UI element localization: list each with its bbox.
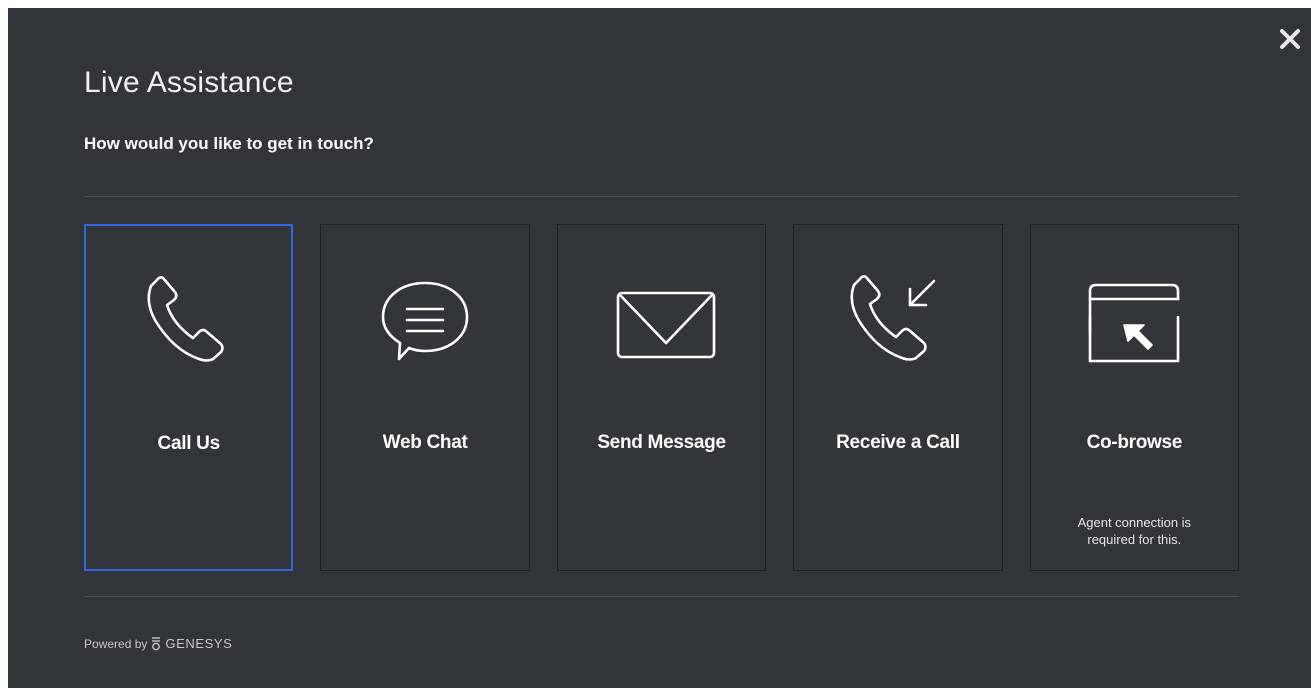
top-divider: [84, 196, 1239, 197]
option-note: Agent connection is required for this.: [1077, 515, 1192, 547]
live-assistance-dialog: Live Assistance How would you like to ge…: [8, 8, 1311, 688]
dialog-subtitle: How would you like to get in touch?: [84, 134, 374, 153]
option-receive-a-call[interactable]: Receive a Call: [793, 224, 1003, 571]
option-label: Receive a Call: [836, 432, 960, 453]
envelope-icon: [606, 263, 718, 375]
option-co-browse[interactable]: Co-browse Agent connection is required f…: [1029, 224, 1240, 571]
chat-bubble-icon: [369, 263, 481, 375]
phone-icon: [133, 264, 245, 376]
contact-options: Call Us Web Chat Send Message Receive a …: [84, 224, 1240, 571]
option-web-chat[interactable]: Web Chat: [320, 224, 530, 571]
genesys-brand[interactable]: GENESYS: [165, 636, 232, 651]
powered-by: Powered by GENESYS: [84, 636, 232, 651]
option-label: Co-browse: [1086, 432, 1183, 453]
incoming-call-icon: [842, 263, 954, 375]
genesys-logo-icon: [150, 636, 162, 651]
dialog-title: Live Assistance: [84, 66, 294, 99]
option-label: Send Message: [597, 432, 726, 453]
option-label: Call Us: [157, 433, 221, 454]
close-icon[interactable]: [1275, 24, 1305, 54]
co-browse-icon: [1078, 263, 1190, 375]
powered-by-text: Powered by: [84, 636, 148, 651]
option-label: Web Chat: [382, 432, 468, 453]
bottom-divider: [84, 596, 1239, 597]
option-call-us[interactable]: Call Us: [84, 224, 294, 571]
option-send-message[interactable]: Send Message: [556, 224, 767, 571]
